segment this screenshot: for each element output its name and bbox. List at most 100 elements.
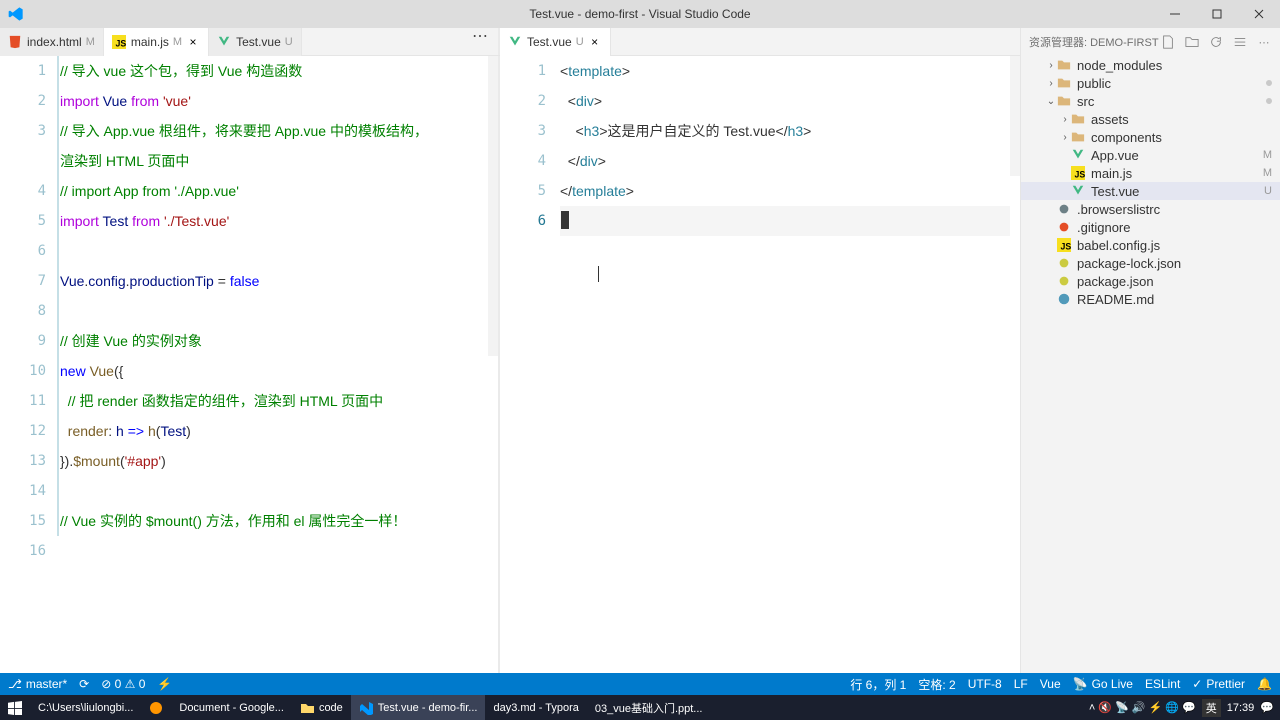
code-line[interactable]: // import App from './App.vue' xyxy=(60,176,488,206)
golive-button[interactable]: 📡 Go Live xyxy=(1073,677,1133,691)
taskbar-item[interactable]: Test.vue - demo-fir... xyxy=(351,695,486,720)
explorer-sidebar: 资源管理器: DEMO-FIRST ⋯ ›node_modules›public… xyxy=(1020,28,1280,673)
tree-item-assets[interactable]: ›assets xyxy=(1021,110,1280,128)
tree-item-components[interactable]: ›components xyxy=(1021,128,1280,146)
problems-status[interactable]: ⊘ 0 ⚠ 0 xyxy=(101,677,145,691)
code-line[interactable]: import Test from './Test.vue' xyxy=(60,206,488,236)
tree-item-README-md[interactable]: README.md xyxy=(1021,290,1280,308)
git-branch[interactable]: ⎇ master* xyxy=(8,677,67,691)
tab-Test-vue[interactable]: Test.vueU× xyxy=(500,28,611,56)
tree-item-public[interactable]: ›public xyxy=(1021,74,1280,92)
svg-text:JS: JS xyxy=(115,38,126,48)
port-status[interactable]: ⚡ xyxy=(157,677,172,691)
md-icon xyxy=(1057,291,1073,307)
code-line[interactable]: import Vue from 'vue' xyxy=(60,86,488,116)
encoding-status[interactable]: UTF-8 xyxy=(968,677,1002,691)
code-line[interactable]: // 导入 vue 这个包，得到 Vue 构造函数 xyxy=(60,56,488,86)
code-line[interactable]: <h3>这是用户自定义的 Test.vue</h3> xyxy=(560,116,1010,146)
code-line[interactable]: // Vue 实例的 $mount() 方法，作用和 el 属性完全一样！ xyxy=(60,506,488,536)
cursor-position[interactable]: 行 6，列 1 xyxy=(850,676,906,693)
tree-item-babel-config-js[interactable]: JSbabel.config.js xyxy=(1021,236,1280,254)
tree-item-src[interactable]: ⌄src xyxy=(1021,92,1280,110)
code-line[interactable]: }).$mount('#app') xyxy=(60,446,488,476)
close-icon[interactable]: × xyxy=(186,35,200,49)
editors: 12345678910111213141516 // 导入 vue 这个包，得到… xyxy=(0,56,1020,673)
tray-icons[interactable]: ˄ 🔇 📡 🔊 ⚡ 🌐 💬 xyxy=(1089,701,1196,714)
git-icon xyxy=(1057,219,1073,235)
clock[interactable]: 17:39 xyxy=(1227,702,1255,714)
code-line[interactable] xyxy=(60,536,488,566)
chevron-icon: › xyxy=(1045,78,1057,89)
code-line[interactable]: render: h => h(Test) xyxy=(60,416,488,446)
notifications-icon[interactable]: 🔔 xyxy=(1257,677,1272,691)
html-icon xyxy=(8,35,22,49)
code-line[interactable]: 渲染到 HTML 页面中 xyxy=(60,146,488,176)
tree-item--browserslistrc[interactable]: .browserslistrc xyxy=(1021,200,1280,218)
window-title: Test.vue - demo-first - Visual Studio Co… xyxy=(529,7,750,21)
vue-icon xyxy=(217,35,231,49)
eol-status[interactable]: LF xyxy=(1014,677,1028,691)
new-file-icon[interactable] xyxy=(1160,34,1176,50)
editor-right[interactable]: 123456 <template> <div> <h3>这是用户自定义的 Tes… xyxy=(500,56,1020,673)
code-line[interactable]: <template> xyxy=(560,56,1010,86)
folder-icon xyxy=(1071,111,1087,127)
code-line[interactable] xyxy=(560,206,1010,236)
eslint-status[interactable]: ESLint xyxy=(1145,677,1180,691)
taskbar-item[interactable]: C:\Users\liulongbi... xyxy=(30,695,141,720)
more-icon[interactable]: ⋯ xyxy=(1256,34,1272,50)
taskbar-item[interactable] xyxy=(0,695,30,720)
tree-item-Test-vue[interactable]: Test.vueU xyxy=(1021,182,1280,200)
notification-center-icon[interactable]: 💬 xyxy=(1260,701,1274,714)
minimize-button[interactable] xyxy=(1154,0,1196,28)
code-line[interactable]: // 导入 App.vue 根组件，将来要把 App.vue 中的模板结构， xyxy=(60,116,488,146)
refresh-icon[interactable] xyxy=(1208,34,1224,50)
taskbar-item[interactable]: Document - Google... xyxy=(171,695,292,720)
code-line[interactable]: <div> xyxy=(560,86,1010,116)
tab-Test-vue[interactable]: Test.vueU xyxy=(209,28,302,56)
code-line[interactable]: // 把 render 函数指定的组件，渲染到 HTML 页面中 xyxy=(60,386,488,416)
tree-item-package-json[interactable]: package.json xyxy=(1021,272,1280,290)
chevron-icon: ⌄ xyxy=(1045,96,1057,107)
more-icon[interactable]: ⋯ xyxy=(472,28,488,44)
indent-status[interactable]: 空格: 2 xyxy=(918,676,955,693)
taskbar-item[interactable]: day3.md - Typora xyxy=(485,695,586,720)
vscode-icon xyxy=(8,6,24,22)
new-folder-icon[interactable] xyxy=(1184,34,1200,50)
code-line[interactable] xyxy=(60,236,488,266)
tree-item-node-modules[interactable]: ›node_modules xyxy=(1021,56,1280,74)
tab-main-js[interactable]: JSmain.jsM× xyxy=(104,28,209,56)
vue-icon xyxy=(1071,183,1087,199)
collapse-icon[interactable] xyxy=(1232,34,1248,50)
tree-item-main-js[interactable]: JSmain.jsM xyxy=(1021,164,1280,182)
code-line[interactable]: new Vue({ xyxy=(60,356,488,386)
language-mode[interactable]: Vue xyxy=(1040,677,1061,691)
system-tray[interactable]: ˄ 🔇 📡 🔊 ⚡ 🌐 💬 英 17:39 💬 xyxy=(1089,699,1280,717)
tree-item-App-vue[interactable]: App.vueM xyxy=(1021,146,1280,164)
svg-text:JS: JS xyxy=(1075,169,1086,179)
taskbar-item[interactable]: 03_vue基础入门.ppt... xyxy=(587,695,711,720)
sync-button[interactable]: ⟳ xyxy=(79,677,89,691)
code-line[interactable]: // 创建 Vue 的实例对象 xyxy=(60,326,488,356)
chevron-icon: › xyxy=(1059,114,1071,125)
prettier-status[interactable]: ✓ Prettier xyxy=(1192,677,1245,691)
close-button[interactable] xyxy=(1238,0,1280,28)
maximize-button[interactable] xyxy=(1196,0,1238,28)
code-line[interactable]: </template> xyxy=(560,176,1010,206)
taskbar: C:\Users\liulongbi... Document - Google..… xyxy=(0,695,1280,720)
chevron-icon: › xyxy=(1059,132,1071,143)
code-line[interactable]: Vue.config.productionTip = false xyxy=(60,266,488,296)
tree-item-package-lock-json[interactable]: package-lock.json xyxy=(1021,254,1280,272)
code-line[interactable]: </div> xyxy=(560,146,1010,176)
tab-index-html[interactable]: index.htmlM xyxy=(0,28,104,56)
taskbar-item[interactable] xyxy=(141,695,171,720)
js-icon: JS xyxy=(112,35,126,49)
tree-item--gitignore[interactable]: .gitignore xyxy=(1021,218,1280,236)
close-icon[interactable]: × xyxy=(588,35,602,49)
editor-left[interactable]: 12345678910111213141516 // 导入 vue 这个包，得到… xyxy=(0,56,500,673)
folder-icon xyxy=(1057,57,1073,73)
taskbar-item[interactable]: code xyxy=(292,695,351,720)
svg-text:JS: JS xyxy=(1061,241,1072,251)
ime-indicator[interactable]: 英 xyxy=(1202,699,1221,717)
code-line[interactable] xyxy=(60,476,488,506)
code-line[interactable] xyxy=(60,296,488,326)
